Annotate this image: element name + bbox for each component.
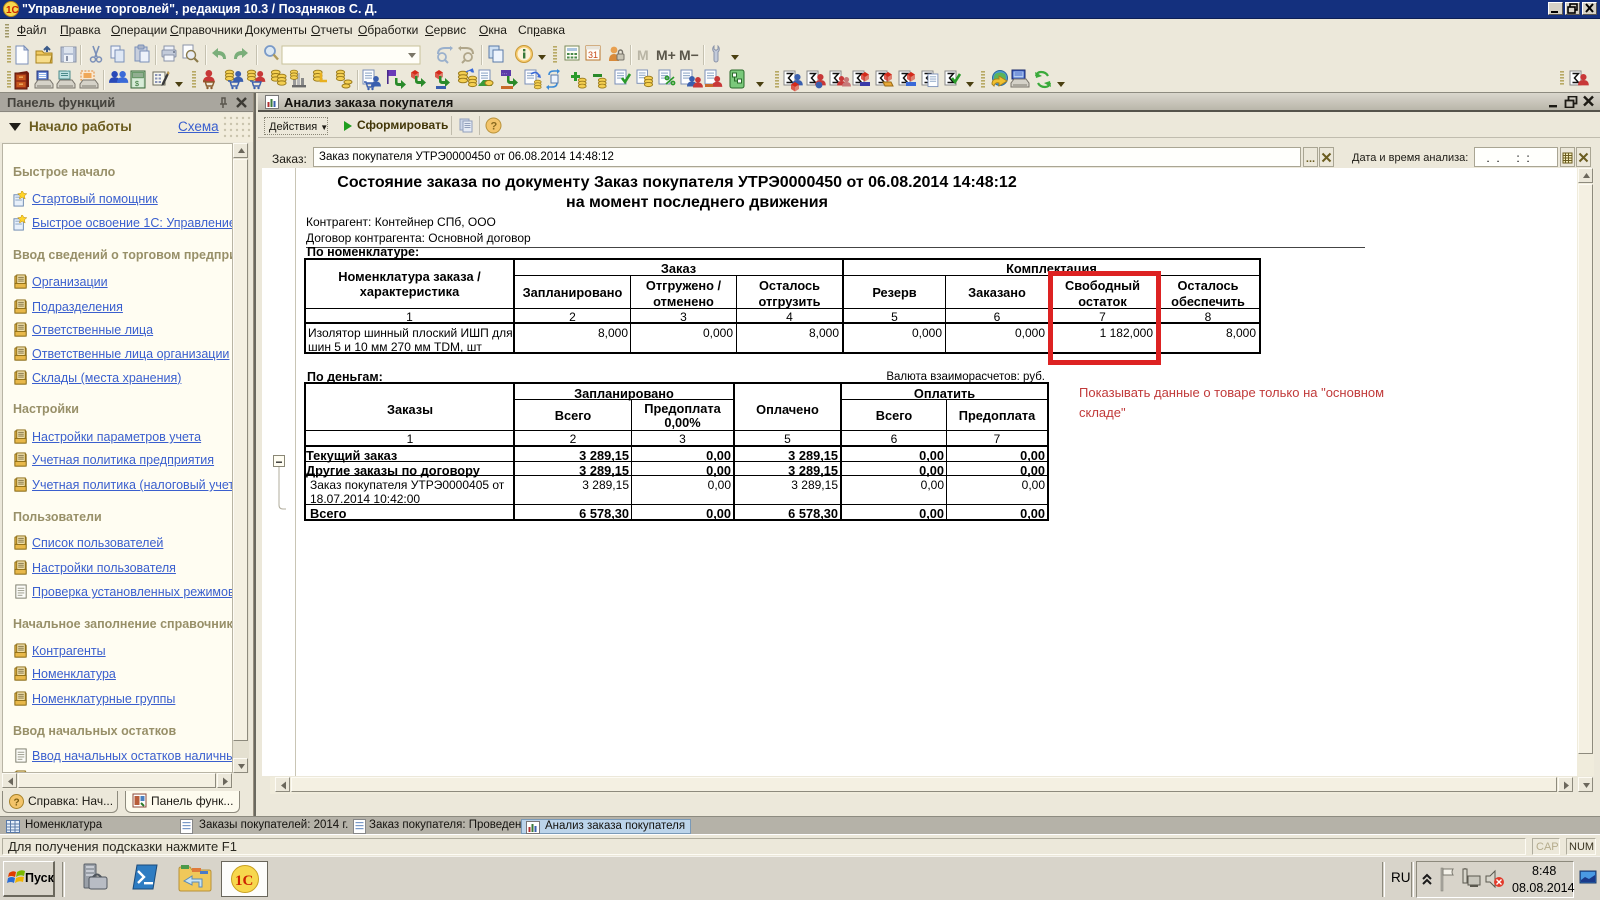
svg-text:M: M xyxy=(637,47,649,63)
svg-text:1С: 1С xyxy=(6,5,19,16)
svg-text:M+: M+ xyxy=(656,47,676,63)
svg-text:$: $ xyxy=(135,81,139,88)
svg-text:1С: 1С xyxy=(235,873,253,889)
svg-text:?: ? xyxy=(14,798,20,809)
svg-text:M−: M− xyxy=(679,47,699,63)
svg-text:?: ? xyxy=(491,121,498,133)
svg-text:31: 31 xyxy=(588,50,598,60)
svg-text:···: ··· xyxy=(502,72,507,78)
